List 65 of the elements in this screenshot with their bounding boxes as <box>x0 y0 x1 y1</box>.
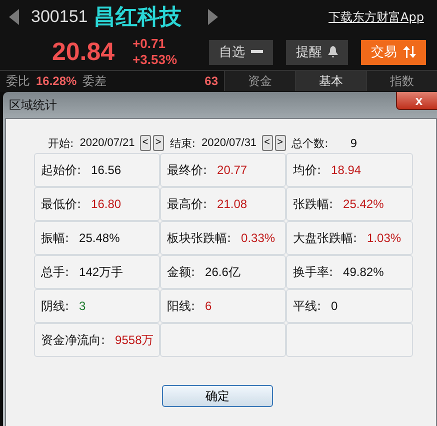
stat-label: 振幅: <box>41 230 70 246</box>
stat-value: 1.03% <box>367 231 402 245</box>
stat-label: 阴线: <box>41 298 70 314</box>
stat-value: 142万手 <box>79 264 124 280</box>
stat-value: 9558万 <box>115 332 154 348</box>
price-change: +0.71 <box>132 36 166 52</box>
stat-label: 阳线: <box>167 298 196 314</box>
stat-value: 25.48% <box>79 231 120 245</box>
download-app-link[interactable]: 下载东方财富App <box>328 8 424 26</box>
bid-ratio-value: 16.28% <box>36 74 77 88</box>
stat-label: 资金净流向: <box>41 332 106 348</box>
price-change-percent: +3.53% <box>132 52 178 68</box>
bell-icon <box>328 46 338 58</box>
action-button[interactable]: 自选 <box>209 40 273 64</box>
stat-value: 0.33% <box>241 231 276 245</box>
stat-value: 16.80 <box>91 197 122 211</box>
previous-button[interactable]: < <box>262 135 273 151</box>
ok-button[interactable]: 确定 <box>162 385 273 407</box>
tab[interactable]: 基本 <box>295 71 366 91</box>
stat-value: 20.77 <box>217 163 248 177</box>
stock-price: 20.84 <box>52 38 115 66</box>
stat-value: 6 <box>205 299 212 313</box>
count-label: 总个数: <box>292 136 328 150</box>
stat-value: 21.08 <box>217 197 248 211</box>
start-date: 2020/07/21 <box>80 137 135 149</box>
next-button[interactable]: > <box>274 135 286 151</box>
stat-value: 25.42% <box>343 197 384 211</box>
stat-label: 金额: <box>167 264 196 280</box>
next-button[interactable]: > <box>152 135 164 151</box>
stock-name: 昌红科技 <box>94 4 182 32</box>
stat-value: 3 <box>79 299 86 313</box>
stat-value: 0 <box>331 299 338 313</box>
bid-diff-label: 委差 <box>82 72 107 90</box>
end-label: 结束: <box>170 136 196 150</box>
stat-value: 16.56 <box>91 163 122 177</box>
stat-label: 张跌幅: <box>293 196 334 212</box>
right-arrow-icon[interactable] <box>208 9 218 25</box>
stat-label: 板块张跌幅: <box>167 230 232 246</box>
up-down-arrows-icon <box>403 46 416 58</box>
tab[interactable]: 资金 <box>224 71 295 91</box>
minus-icon <box>251 50 263 54</box>
count-value: 9 <box>350 136 358 150</box>
stat-label: 换手率: <box>293 264 334 280</box>
end-date: 2020/07/31 <box>202 137 257 149</box>
stat-label: 大盘张跌幅: <box>293 230 358 246</box>
stat-label: 最高价: <box>167 196 208 212</box>
stat-label: 总手: <box>41 264 70 280</box>
stat-label: 均价: <box>293 162 322 178</box>
stat-value: 26.6亿 <box>205 264 240 280</box>
stat-label: 平线: <box>293 298 322 314</box>
bid-ratio-label: 委比 <box>6 72 30 90</box>
stat-label: 最低价: <box>41 196 82 212</box>
previous-button[interactable]: < <box>140 135 151 151</box>
left-arrow-icon[interactable] <box>9 9 19 25</box>
stat-value: 49.82% <box>343 265 384 279</box>
stat-value: 18.94 <box>331 163 362 177</box>
stock-code: 300151 <box>31 7 88 27</box>
stat-label: 最终价: <box>167 162 208 178</box>
stat-label: 起始价: <box>41 162 82 178</box>
tab[interactable]: 指数 <box>366 71 437 91</box>
close-button[interactable]: x <box>396 92 437 110</box>
action-button[interactable]: 提醒 <box>286 40 348 64</box>
start-label: 开始: <box>48 136 74 150</box>
bid-diff-value: 63 <box>204 74 218 88</box>
dialog-title: 区域统计 <box>9 96 57 114</box>
